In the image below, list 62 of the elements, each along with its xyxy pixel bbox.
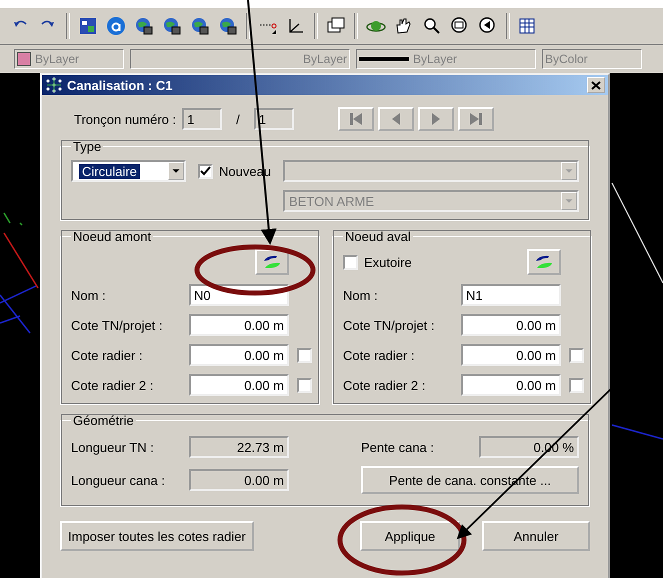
field-label: Pente cana :	[361, 440, 435, 454]
swoosh-icon	[533, 254, 555, 270]
cancel-button[interactable]: Annuler	[482, 521, 590, 551]
nav-button[interactable]	[458, 107, 494, 131]
nouveau-checkbox[interactable]	[198, 164, 213, 178]
input-field[interactable]: 0.00 m	[461, 374, 561, 396]
shape-dropdown[interactable]: Circulaire	[71, 160, 186, 182]
lock-checkbox[interactable]	[297, 348, 312, 362]
group-legend: Type	[71, 139, 104, 154]
nav-button[interactable]	[338, 107, 374, 131]
field-label: Cote radier 2 :	[343, 378, 426, 392]
close-icon	[591, 80, 601, 90]
separator-text: /	[236, 112, 240, 126]
field-label: Longueur cana :	[71, 472, 166, 488]
field-label: Cote TN/projet :	[71, 318, 164, 332]
swoosh-icon	[261, 254, 283, 270]
input-field[interactable]: 0.00 m	[189, 344, 289, 366]
window-icon[interactable]	[78, 16, 98, 36]
group-legend: Géométrie	[71, 413, 136, 428]
readonly-field: 0.00 m	[189, 469, 289, 491]
color-swatch	[17, 52, 31, 66]
combo-text: ByLayer	[35, 52, 80, 66]
field-label: Cote radier :	[71, 348, 144, 362]
checkbox-label: Exutoire	[364, 254, 412, 270]
window-title: Canalisation : C1	[67, 78, 174, 92]
nav-button[interactable]	[378, 107, 414, 131]
lock-checkbox[interactable]	[569, 348, 584, 362]
input-field[interactable]: N1	[461, 284, 561, 306]
field-label: Nom :	[343, 288, 379, 302]
nav-button[interactable]	[418, 107, 454, 131]
input-field[interactable]: 0.00 m	[461, 314, 561, 336]
app-icon	[45, 77, 63, 93]
first-arrow-icon	[348, 111, 364, 127]
group-legend: Noeud amont	[71, 229, 154, 244]
pick-node-button[interactable]	[527, 249, 561, 275]
letter-a-icon[interactable]	[106, 16, 126, 36]
troncon-total-field[interactable]: 1	[254, 108, 294, 130]
lock-checkbox[interactable]	[569, 378, 584, 392]
field-label: Longueur TN :	[71, 440, 155, 454]
field-label: Tronçon numéro :	[74, 112, 176, 126]
field-label: Cote TN/projet :	[343, 318, 436, 332]
troncon-number-field[interactable]: 1	[182, 108, 222, 130]
lock-checkbox[interactable]	[297, 378, 312, 392]
field-label: Cote radier :	[343, 348, 416, 362]
linetype-swatch	[359, 57, 409, 61]
combo-text: ByLayer	[302, 52, 347, 66]
input-field[interactable]: 0.00 m	[189, 374, 289, 396]
zoom-icon[interactable]	[422, 16, 442, 36]
close-button[interactable]	[587, 77, 605, 93]
exutoire-checkbox[interactable]	[343, 254, 358, 270]
field-label: Nom :	[71, 288, 107, 302]
input-field[interactable]: 0.00 m	[461, 344, 561, 366]
group-legend: Noeud aval	[343, 229, 413, 244]
combo-text: ByLayer	[413, 52, 458, 66]
apply-button[interactable]: Applique	[360, 521, 460, 551]
input-field[interactable]: 0.00 m	[189, 314, 289, 336]
impose-button[interactable]: Imposer toutes les cotes radier	[60, 521, 254, 551]
readonly-field: 22.73 m	[189, 436, 289, 458]
field-label: Cote radier 2 :	[71, 378, 154, 392]
combo-text: ByColor	[545, 52, 589, 66]
pick-node-button[interactable]	[255, 249, 289, 275]
last-arrow-icon	[468, 111, 484, 127]
